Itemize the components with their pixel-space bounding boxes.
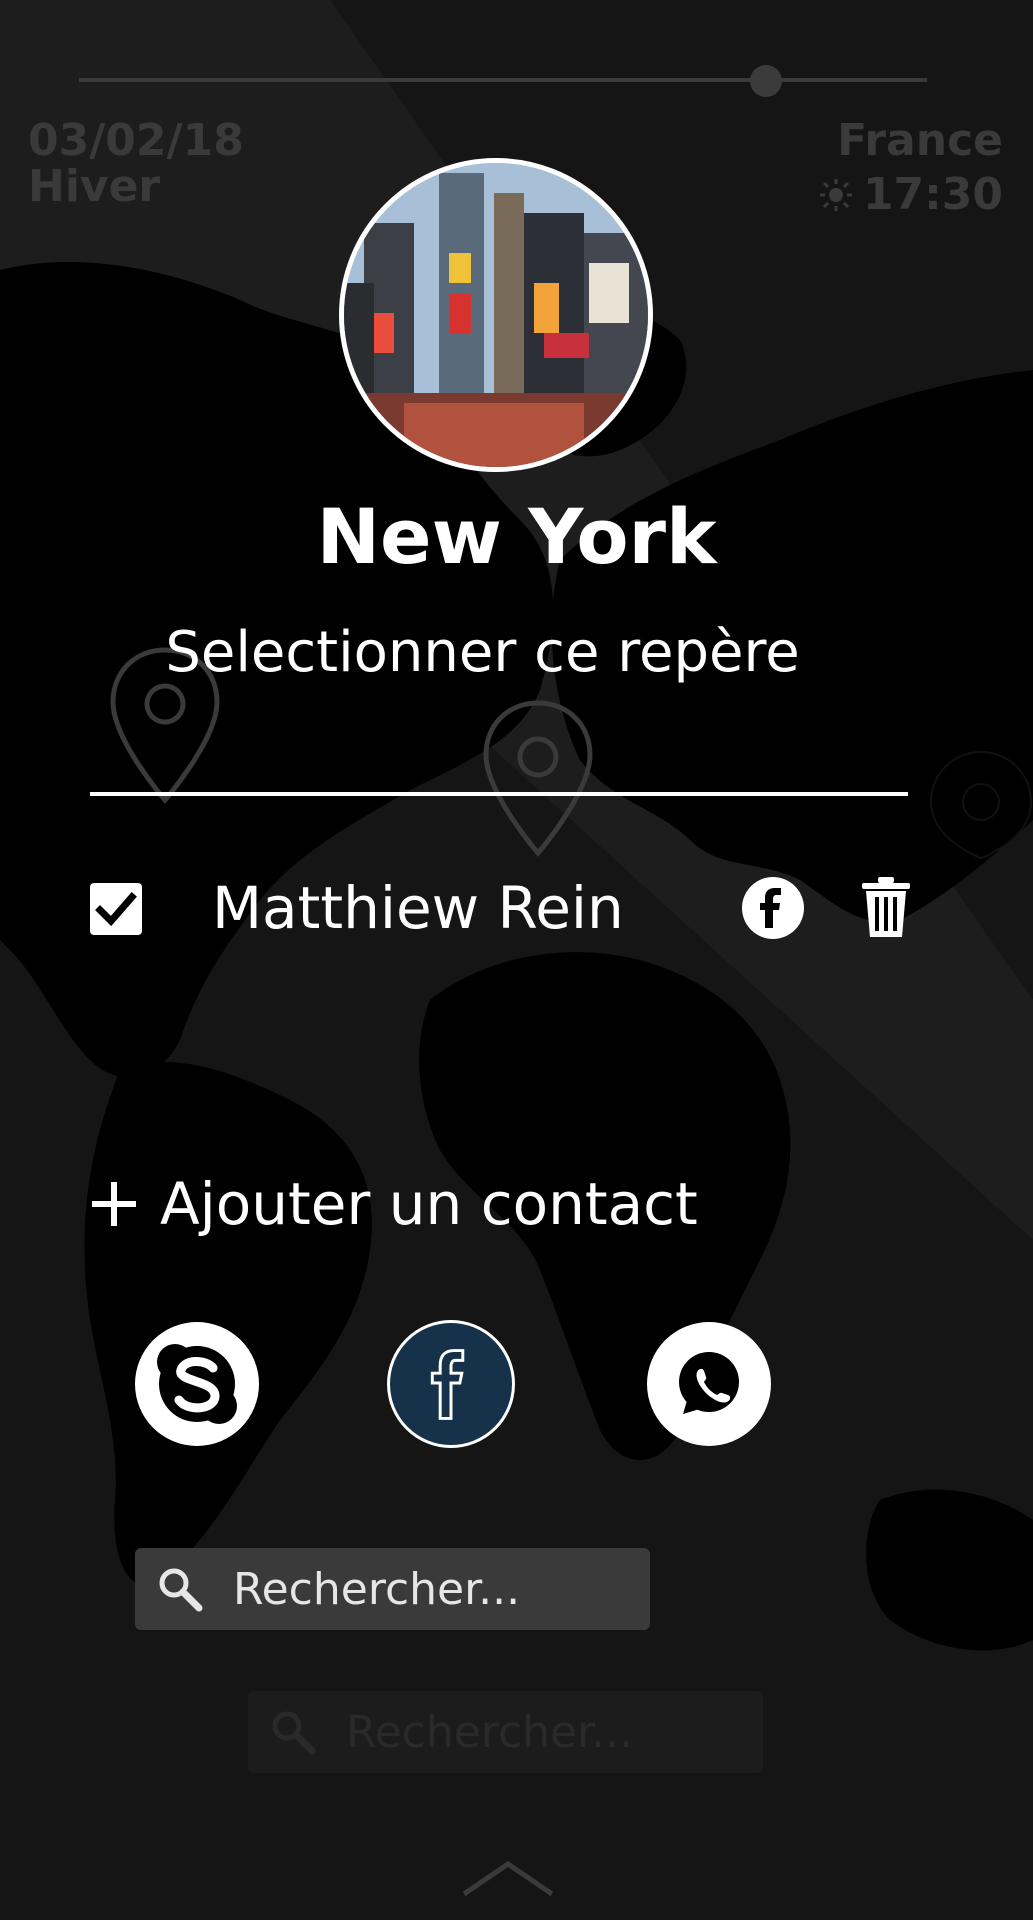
select-location-button[interactable]: Selectionner ce repère [0, 620, 965, 685]
search-bar [135, 1548, 650, 1630]
whatsapp-icon [679, 1352, 739, 1414]
facebook-button[interactable] [387, 1320, 515, 1448]
contact-facebook-icon[interactable] [742, 877, 804, 939]
location-photo [339, 158, 653, 472]
time-row: 17:30 [819, 172, 1003, 218]
country-label: France [837, 115, 1003, 166]
divider [90, 792, 908, 796]
search-input-ghost[interactable] [344, 1705, 748, 1759]
whatsapp-button[interactable] [647, 1322, 771, 1446]
location-name: New York [316, 492, 717, 581]
facebook-icon [430, 1349, 465, 1420]
timeline-slider-track[interactable] [79, 78, 927, 82]
season-label: Hiver [28, 161, 161, 212]
date-label: 03/02/18 [28, 115, 244, 166]
contact-checkbox[interactable] [90, 883, 142, 935]
chevron-up-icon[interactable] [460, 1858, 556, 1898]
time-label: 17:30 [862, 169, 1003, 220]
checkmark-icon [95, 892, 137, 927]
sun-icon [819, 179, 852, 211]
search-icon [272, 1711, 316, 1755]
plus-icon [92, 1182, 136, 1226]
add-contact-label: Ajouter un contact [160, 1170, 698, 1238]
search-input[interactable] [231, 1562, 635, 1616]
add-contact-button[interactable]: Ajouter un contact [90, 1170, 698, 1238]
timeline-slider-thumb[interactable] [749, 65, 782, 97]
facebook-icon [760, 888, 781, 928]
search-icon [159, 1568, 203, 1612]
skype-button[interactable] [135, 1322, 259, 1446]
contact-row: Matthiew Rein [90, 874, 910, 942]
skype-icon [157, 1344, 237, 1424]
trash-icon[interactable] [862, 877, 910, 939]
search-bar-ghost [248, 1691, 763, 1773]
contact-name: Matthiew Rein [212, 874, 624, 942]
